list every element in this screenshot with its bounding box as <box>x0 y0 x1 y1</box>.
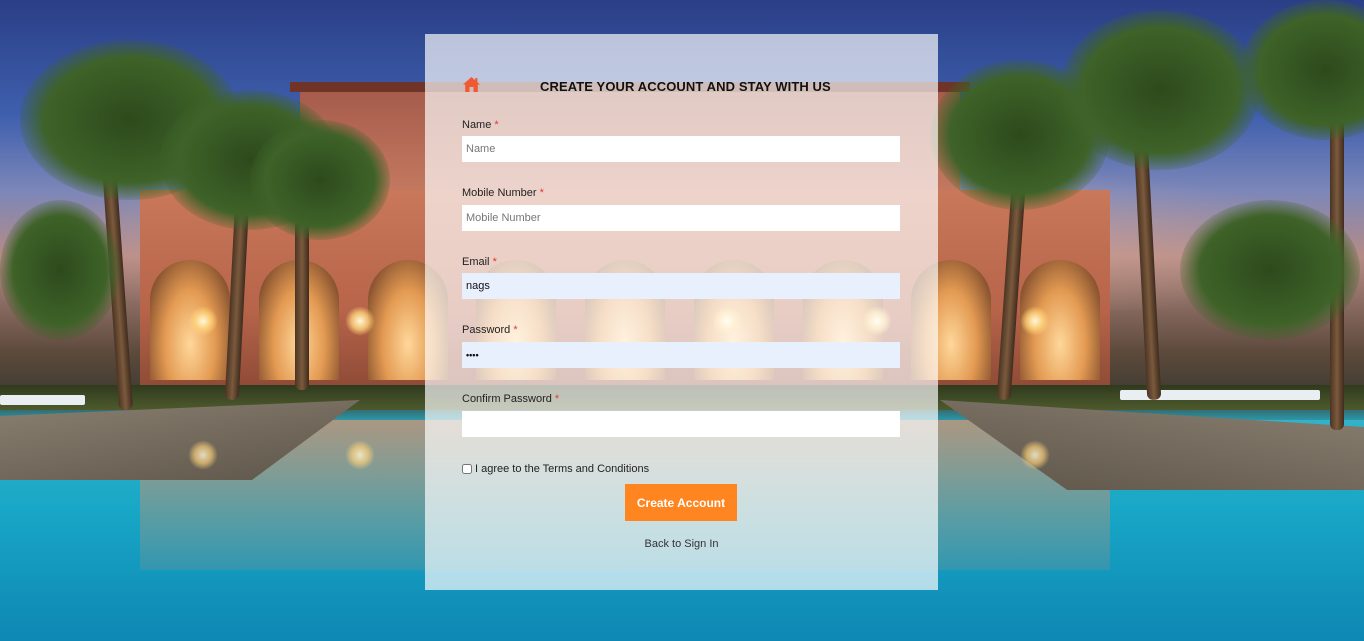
home-icon[interactable] <box>462 76 481 93</box>
required-marker: * <box>492 256 497 268</box>
mobile-label: Mobile Number * <box>462 187 544 199</box>
back-to-sign-in-link[interactable]: Back to Sign In <box>425 538 938 550</box>
signup-panel: CREATE YOUR ACCOUNT AND STAY WITH US Nam… <box>425 34 938 590</box>
name-label: Name * <box>462 119 499 131</box>
required-marker: * <box>513 324 518 336</box>
required-marker: * <box>554 393 560 405</box>
terms-row[interactable]: I agree to the Terms and Conditions <box>462 462 649 476</box>
name-input[interactable] <box>462 136 900 162</box>
password-label: Password * <box>462 324 518 336</box>
email-input[interactable] <box>462 273 900 299</box>
password-input[interactable] <box>462 342 900 368</box>
email-label: Email * <box>462 256 497 268</box>
terms-label: I agree to the Terms and Conditions <box>475 463 650 475</box>
panel-header: CREATE YOUR ACCOUNT AND STAY WITH US <box>462 76 900 96</box>
required-marker: * <box>494 119 499 131</box>
confirm-password-label: Confirm Password * <box>462 393 560 405</box>
mobile-input[interactable] <box>462 205 900 231</box>
terms-checkbox[interactable] <box>462 464 472 474</box>
page-title: CREATE YOUR ACCOUNT AND STAY WITH US <box>540 79 831 94</box>
create-account-button[interactable]: Create Account <box>625 484 737 521</box>
required-marker: * <box>539 187 544 199</box>
confirm-password-input[interactable] <box>462 411 900 437</box>
